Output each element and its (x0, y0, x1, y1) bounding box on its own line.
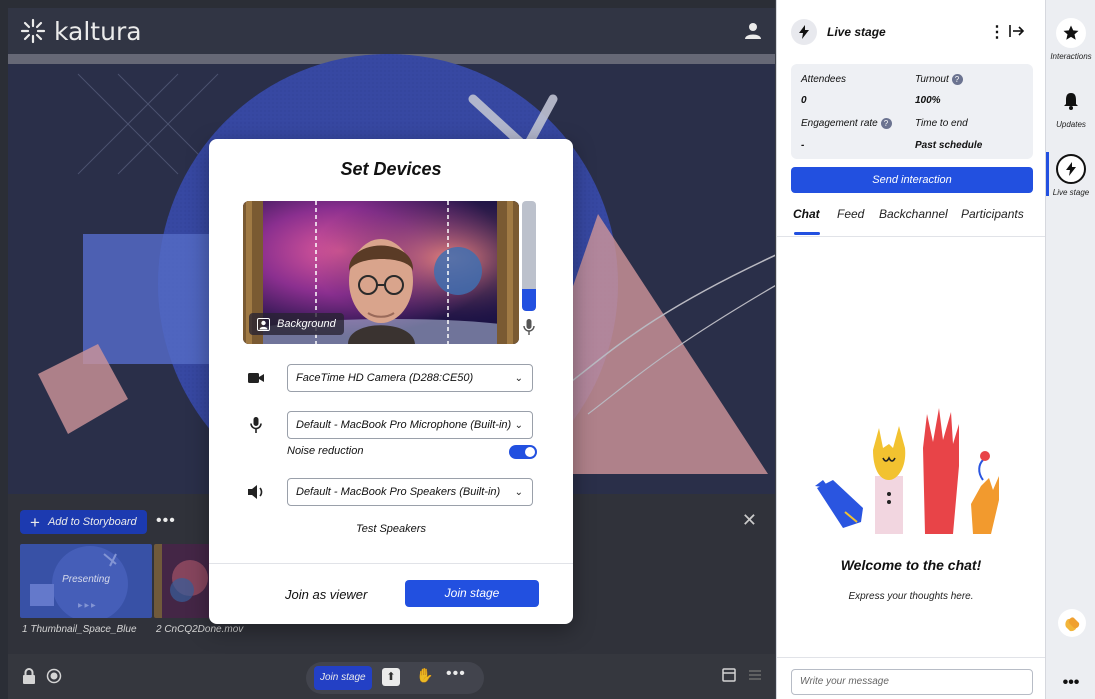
dialog-title: Set Devices (340, 159, 442, 179)
speakers-select-value: Default - MacBook Pro Speakers (Built-in… (296, 486, 501, 498)
mic-level-fill (522, 289, 536, 311)
welcome-title: Welcome to the chat! (840, 557, 982, 573)
toggle-knob (525, 447, 535, 457)
tabs-divider (777, 236, 1046, 237)
help-icon[interactable]: ? (880, 118, 892, 129)
turnout-label: Turnout (915, 74, 949, 86)
dialog-divider (209, 563, 573, 564)
time-to-end-value: Past schedule (915, 140, 983, 151)
message-input[interactable]: Write your message (791, 669, 1033, 695)
turnout-value: 100% (915, 95, 941, 106)
chat-input-divider (777, 657, 1046, 658)
active-tab-indicator (794, 232, 820, 235)
camera-preview: Background (243, 201, 519, 344)
bell-icon (1056, 86, 1086, 116)
noise-reduction-label: Noise reduction (287, 445, 364, 457)
clap-reaction-icon[interactable] (1058, 609, 1086, 637)
time-to-end-label: Time to end (915, 118, 968, 129)
side-rail: Interactions Updates Live stage ••• (1045, 0, 1095, 699)
background-label: Background (277, 318, 336, 330)
join-as-viewer-button[interactable]: Join as viewer (285, 587, 367, 602)
join-stage-button[interactable]: Join stage (405, 580, 539, 607)
rail-more-button[interactable]: ••• (1046, 674, 1095, 692)
rail-item-live-stage[interactable]: Live stage (1046, 154, 1095, 197)
mic-level-meter (522, 201, 536, 311)
chevron-down-icon: ⌄ (514, 420, 523, 431)
chevron-down-icon: ⌄ (514, 373, 523, 384)
tab-feed[interactable]: Feed (837, 207, 864, 221)
engagement-label: Engagement rate (801, 118, 878, 130)
welcome-subtitle: Express your thoughts here. (848, 591, 974, 602)
bolt-icon (1056, 154, 1086, 184)
rail-label-interactions: Interactions (1050, 52, 1092, 61)
bolt-icon (791, 19, 817, 45)
attendees-value: 0 (801, 95, 807, 106)
background-person-icon (257, 317, 270, 331)
attendees-label: Attendees (801, 74, 847, 85)
rail-label-updates: Updates (1056, 120, 1086, 129)
noise-reduction-toggle[interactable] (509, 445, 537, 459)
tab-backchannel[interactable]: Backchannel (879, 207, 948, 221)
panel-header: Live stage ⋮ (777, 0, 1046, 62)
turnout-label-wrap: Turnout ? (915, 74, 963, 85)
session-stats: Attendees 0 Turnout ? 100% Engagement ra… (791, 64, 1033, 159)
raised-hands-illustration (815, 408, 999, 534)
speakers-select[interactable]: Default - MacBook Pro Speakers (Built-in… (287, 478, 533, 506)
camera-select-value: FaceTime HD Camera (D288:CE50) (296, 372, 474, 384)
speakers-row: Default - MacBook Pro Speakers (Built-in… (243, 478, 535, 506)
speaker-icon (248, 485, 263, 499)
chevron-down-icon: ⌄ (514, 487, 523, 498)
rail-item-interactions[interactable]: Interactions (1046, 18, 1095, 61)
engagement-value: - (801, 140, 805, 151)
background-button[interactable]: Background (249, 313, 344, 335)
tab-chat[interactable]: Chat (793, 207, 820, 221)
set-devices-dialog: Set Devices Background FaceTime HD Camer… (209, 139, 573, 624)
microphone-select-value: Default - MacBook Pro Microphone (Built-… (296, 419, 512, 431)
engagement-label-wrap: Engagement rate ? (801, 118, 892, 129)
panel-title: Live stage (827, 25, 886, 39)
microphone-select[interactable]: Default - MacBook Pro Microphone (Built-… (287, 411, 533, 439)
camera-row: FaceTime HD Camera (D288:CE50) ⌄ (243, 364, 535, 392)
panel-tabs: Chat Feed Backchannel Participants (791, 204, 1041, 235)
kebab-menu-icon[interactable]: ⋮ (989, 22, 1005, 42)
collapse-panel-icon[interactable] (1009, 24, 1025, 38)
rail-label-live-stage: Live stage (1052, 188, 1090, 197)
microphone-row: Default - MacBook Pro Microphone (Built-… (243, 411, 535, 439)
microphone-icon (250, 417, 262, 433)
help-icon[interactable]: ? (951, 74, 963, 85)
live-stage-panel: Live stage ⋮ Attendees 0 Turnout ? 100% … (776, 0, 1046, 699)
video-camera-icon (248, 373, 264, 383)
microphone-icon (523, 319, 535, 335)
test-speakers-button[interactable]: Test Speakers (209, 523, 573, 535)
tab-participants[interactable]: Participants (961, 207, 1024, 221)
star-icon (1056, 18, 1086, 48)
send-interaction-button[interactable]: Send interaction (791, 167, 1033, 193)
rail-item-updates[interactable]: Updates (1046, 86, 1095, 129)
camera-select[interactable]: FaceTime HD Camera (D288:CE50) ⌄ (287, 364, 533, 392)
